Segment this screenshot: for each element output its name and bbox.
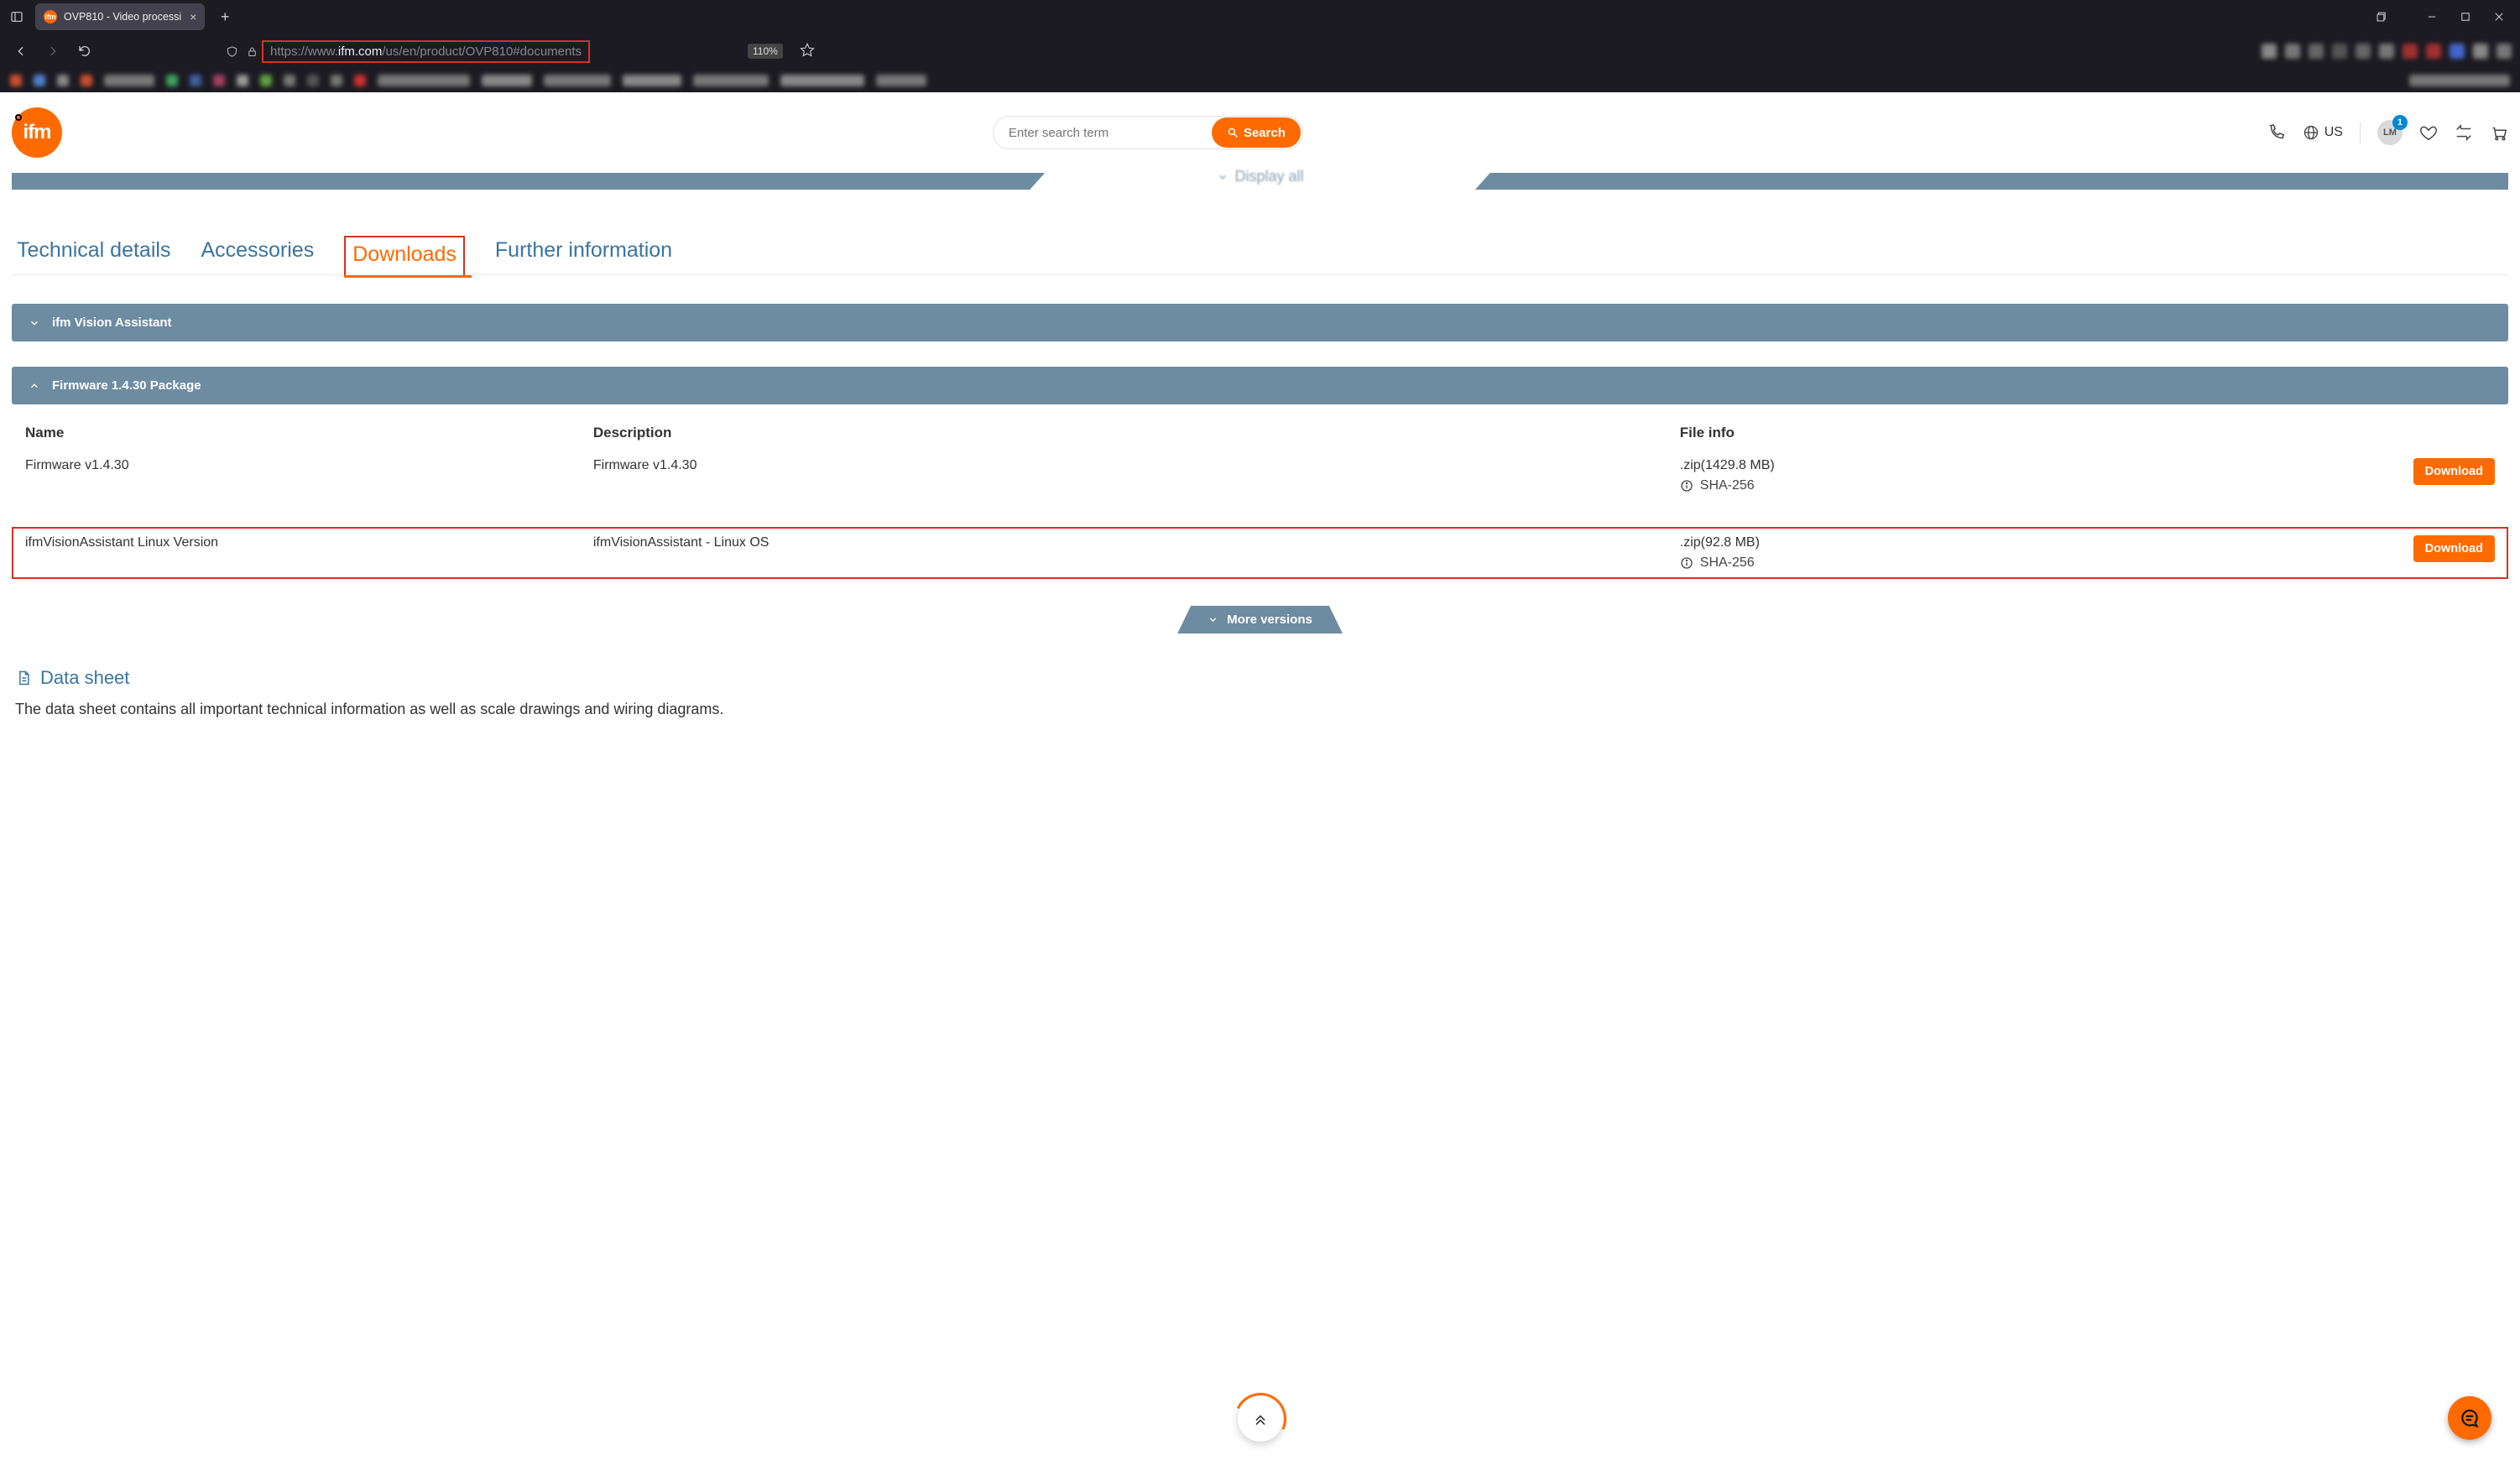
datasheet-body: The data sheet contains all important te… [15,701,2505,718]
col-name: Name [25,425,593,441]
fileinfo-text: .zip(92.8 MB) [1680,535,2199,550]
bookmarks-bar [0,69,2520,92]
chevron-down-icon [1216,171,1228,183]
accordion-header-firmware[interactable]: Firmware 1.4.30 Package [12,367,2508,404]
col-description: Description [593,425,1680,441]
back-button[interactable] [8,39,34,64]
minimize-icon[interactable] [2416,3,2448,30]
shield-icon[interactable] [222,39,242,63]
cell-name: Firmware v1.4.30 [25,458,593,473]
maximize-icon[interactable] [2450,3,2481,30]
chat-icon [2459,1407,2481,1429]
search-input[interactable] [994,126,1212,140]
address-bar-area: https://www.ifm.com/us/en/product/OVP810… [222,39,590,63]
search-box: Search [993,116,1303,149]
cart-icon[interactable] [2490,123,2508,142]
browser-tab[interactable]: ifm OVP810 - Video processi × [35,3,205,30]
page-surface: ifm Search US LM 1 [0,92,2520,1465]
zoom-badge[interactable]: 110% [748,44,783,59]
display-all-label: Display all [1234,168,1303,185]
new-tab-button[interactable]: + [213,8,237,26]
search-button[interactable]: Search [1212,117,1301,148]
url-text: https://www.ifm.com/us/en/product/OVP810… [270,44,582,59]
search-icon [1227,127,1239,138]
ifm-logo[interactable]: ifm [12,107,62,158]
accordion-vision-assistant: ifm Vision Assistant [12,304,2508,341]
extension-icons [2262,44,2512,59]
browser-navbar: https://www.ifm.com/us/en/product/OVP810… [0,34,2520,69]
logo-text: ifm [23,121,51,144]
forward-button[interactable] [40,39,65,64]
chevron-double-up-icon [1252,1410,1269,1427]
window-controls [2366,3,2515,30]
tab-rail-icon[interactable] [5,5,29,29]
language-label: US [2324,125,2343,140]
chat-button[interactable] [2448,1396,2491,1440]
lock-icon[interactable] [242,39,262,63]
compare-icon[interactable] [2455,123,2473,142]
hash-label: SHA-256 [1700,478,1755,493]
table-header-row: Name Description File info [12,416,2508,450]
chevron-down-icon [1208,614,1218,625]
tab-downloads[interactable]: Downloads [352,242,457,267]
globe-icon [2303,124,2319,141]
info-icon[interactable] [1680,479,1693,493]
download-button[interactable]: Download [2413,458,2495,485]
accordion-firmware-package: Firmware 1.4.30 Package Name Description… [12,367,2508,591]
chevron-up-icon [29,380,40,392]
phone-icon[interactable] [2267,123,2286,142]
restore-window-icon[interactable] [2366,3,2397,30]
avatar[interactable]: LM 1 [2377,120,2403,145]
tab-accessories[interactable]: Accessories [201,238,314,274]
more-versions-wrap: More versions [12,606,2508,633]
document-icon [15,669,32,687]
tab-technical-details[interactable]: Technical details [17,238,170,274]
tab-downloads-highlight: Downloads [344,236,465,275]
browser-titlebar: ifm OVP810 - Video processi × + [0,0,2520,34]
cell-name: ifmVisionAssistant Linux Version [25,535,593,550]
site-header: ifm Search US LM 1 [12,92,2508,173]
display-all-banner[interactable]: Display all [0,173,2520,190]
col-fileinfo: File info [1680,425,2199,441]
chevron-down-icon [29,317,40,329]
product-tabs: Technical details Accessories Downloads … [12,236,2508,275]
avatar-badge: 1 [2392,115,2408,130]
browser-chrome: ifm OVP810 - Video processi × + https://… [0,0,2520,92]
datasheet-title-text: Data sheet [40,667,129,689]
accordion-title: ifm Vision Assistant [52,315,172,330]
download-button[interactable]: Download [2413,535,2495,562]
header-right: US LM 1 [2267,120,2508,145]
cell-description: ifmVisionAssistant - Linux OS [593,535,1680,550]
fileinfo-text: .zip(1429.8 MB) [1680,458,2199,473]
accordion-title: Firmware 1.4.30 Package [52,378,201,393]
datasheet-section: Data sheet The data sheet contains all i… [12,667,2508,718]
hash-label: SHA-256 [1700,555,1755,571]
download-table: Name Description File info Firmware v1.4… [12,404,2508,591]
cell-fileinfo: .zip(1429.8 MB) SHA-256 [1680,458,2199,493]
close-window-icon[interactable] [2483,3,2515,30]
address-bar[interactable]: https://www.ifm.com/us/en/product/OVP810… [262,40,590,63]
table-row: ifmVisionAssistant Linux Version ifmVisi… [12,527,2508,579]
cell-fileinfo: .zip(92.8 MB) SHA-256 [1680,535,2199,571]
table-row: Firmware v1.4.30 Firmware v1.4.30 .zip(1… [12,450,2508,502]
more-versions-button[interactable]: More versions [1177,606,1343,633]
datasheet-title: Data sheet [15,667,2505,689]
accordion-header-vision[interactable]: ifm Vision Assistant [12,304,2508,341]
favicon-icon: ifm [44,10,57,23]
separator [2360,122,2361,143]
language-selector[interactable]: US [2303,124,2343,141]
tab-further-information[interactable]: Further information [495,238,672,274]
search-button-label: Search [1244,126,1286,140]
scroll-to-top-button[interactable] [1238,1396,1283,1442]
info-icon[interactable] [1680,556,1693,570]
bookmark-star-icon[interactable] [800,42,815,61]
reload-button[interactable] [72,39,97,64]
more-versions-label: More versions [1227,613,1312,627]
tab-title: OVP810 - Video processi [64,11,181,23]
heart-icon[interactable] [2419,123,2438,142]
cell-description: Firmware v1.4.30 [593,458,1680,473]
tab-close-icon[interactable]: × [190,10,196,23]
